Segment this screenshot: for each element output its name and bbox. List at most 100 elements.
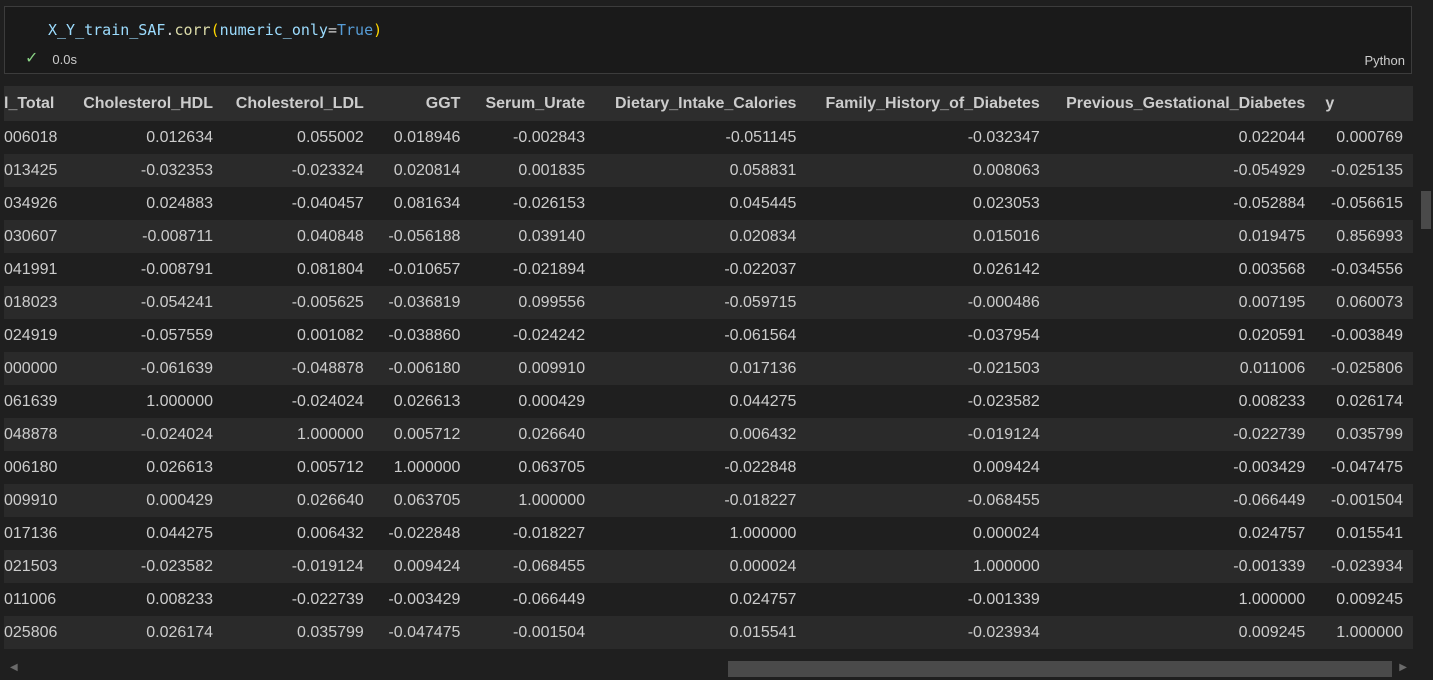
- table-cell: 0.011006: [1239, 359, 1306, 377]
- table-cell: 0.020814: [393, 161, 461, 179]
- code-line[interactable]: X_Y_train_SAF.corr(numeric_only=True): [48, 21, 382, 39]
- table-cell: 0.006432: [297, 524, 364, 542]
- table-cell: 041991: [4, 260, 58, 278]
- checkmark-icon: ✓: [25, 50, 39, 67]
- table-cell: 0.055002: [297, 128, 364, 146]
- table-cell: 0.001835: [518, 161, 586, 179]
- table-cell: -0.047475: [1330, 458, 1403, 476]
- table-cell: 018023: [4, 293, 58, 311]
- horizontal-scrollbar-thumb[interactable]: [728, 661, 1392, 677]
- table-cell: 0.000429: [146, 491, 213, 509]
- table-cell: -0.006180: [388, 359, 461, 377]
- table-cell: 0.026174: [146, 623, 213, 641]
- table-cell: 1.000000: [146, 392, 213, 410]
- column-header: Family_History_of_Diabetes: [825, 94, 1040, 112]
- scroll-right-icon[interactable]: ▶: [1399, 662, 1407, 673]
- table-cell: 0.024757: [1238, 524, 1306, 542]
- table-cell: -0.022848: [724, 458, 797, 476]
- code-cell[interactable]: X_Y_train_SAF.corr(numeric_only=True) ✓ …: [4, 6, 1412, 74]
- table-cell: 0.035799: [1336, 425, 1403, 443]
- table-cell: -0.023582: [140, 557, 213, 575]
- execution-time: 0.0s: [52, 51, 77, 67]
- table-cell: -0.061639: [140, 359, 213, 377]
- table-cell: 0.003568: [1238, 260, 1306, 278]
- column-header: l_Total: [4, 94, 55, 112]
- table-row: 034926 0.024883 -0.040457 0.081634 -0.026153…: [4, 187, 1413, 220]
- table-cell: 0.026640: [518, 425, 586, 443]
- table-cell: 0.044275: [729, 392, 797, 410]
- code-value: True: [337, 21, 374, 39]
- table-cell: -0.022848: [388, 524, 461, 542]
- table-row: 017136 0.044275 0.006432 -0.022848 -0.018227…: [4, 517, 1413, 550]
- table-cell: 0.026174: [1336, 392, 1403, 410]
- table-cell: -0.001339: [967, 590, 1040, 608]
- table-cell: 017136: [4, 524, 58, 542]
- table-cell: 0.026142: [973, 260, 1040, 278]
- column-header: Dietary_Intake_Calories: [614, 94, 797, 112]
- table-cell: -0.018227: [513, 524, 586, 542]
- table-cell: 0.026613: [393, 392, 461, 410]
- table-cell: 0.040848: [297, 227, 364, 245]
- column-header: Previous_Gestational_Diabetes: [1066, 94, 1306, 112]
- table-cell: 025806: [4, 623, 58, 641]
- correlation-table: l_Total Cholesterol_HDL Cholesterol_LDL GGT…: [4, 86, 1413, 649]
- table-cell: -0.051145: [725, 128, 797, 146]
- table-cell: -0.001339: [1233, 557, 1306, 575]
- table-cell: 0.000024: [973, 524, 1040, 542]
- table-row: 021503 -0.023582 -0.019124 0.009424 -0.06845…: [4, 550, 1413, 583]
- table-cell: 0.020834: [729, 227, 797, 245]
- table-cell: 0.035799: [297, 623, 364, 641]
- table-row: 024919 -0.057559 0.001082 -0.038860 -0.02424…: [4, 319, 1413, 352]
- table-cell: -0.025806: [1330, 359, 1403, 377]
- table-cell: -0.019124: [967, 425, 1040, 443]
- table-cell: -0.025135: [1330, 161, 1403, 179]
- table-cell: -0.066449: [1233, 491, 1306, 509]
- table-row: 061639 1.000000 -0.024024 0.026613 0.000429 0…: [4, 385, 1413, 418]
- table-cell: 0.008233: [1238, 392, 1306, 410]
- table-cell: -0.026153: [513, 194, 586, 212]
- language-label[interactable]: Python: [1365, 53, 1405, 68]
- table-cell: -0.056188: [388, 227, 461, 245]
- table-cell: -0.056615: [1330, 194, 1403, 212]
- scroll-left-icon[interactable]: ◀: [10, 662, 18, 673]
- table-row: 025806 0.026174 0.035799 -0.047475 -0.001504…: [4, 616, 1413, 649]
- table-cell: -0.066449: [513, 590, 586, 608]
- table-cell: -0.032353: [140, 161, 213, 179]
- horizontal-scrollbar[interactable]: ◀ ▶: [4, 659, 1413, 679]
- table-body: 006018 0.012634 0.055002 0.018946 -0.002843 -…: [4, 121, 1413, 649]
- table-row: 048878 -0.024024 1.000000 0.005712 0.026640 0…: [4, 418, 1413, 451]
- table-cell: -0.032347: [967, 128, 1040, 146]
- table-cell: 0.058831: [729, 161, 797, 179]
- table-cell: -0.052884: [1233, 194, 1306, 212]
- table-cell: 006180: [4, 458, 58, 476]
- table-cell: -0.023582: [967, 392, 1040, 410]
- table-cell: -0.001504: [513, 623, 586, 641]
- table-cell: 034926: [4, 194, 58, 212]
- table-cell: 0.023053: [973, 194, 1040, 212]
- table-cell: 0.039140: [518, 227, 586, 245]
- table-cell: 0.022044: [1238, 128, 1306, 146]
- table-cell: 0.009424: [973, 458, 1040, 476]
- table-cell: 061639: [4, 392, 58, 410]
- code-close-paren: ): [373, 21, 383, 39]
- table-cell: -0.048878: [291, 359, 364, 377]
- table-cell: 024919: [4, 326, 58, 344]
- cell-output[interactable]: l_Total Cholesterol_HDL Cholesterol_LDL GGT…: [4, 86, 1413, 650]
- table-cell: -0.022037: [724, 260, 797, 278]
- table-cell: -0.034556: [1330, 260, 1403, 278]
- table-cell: 1.000000: [1238, 590, 1306, 608]
- table-cell: -0.024024: [291, 392, 364, 410]
- table-cell: 0.081804: [297, 260, 364, 278]
- code-variable: X_Y_train_SAF: [48, 21, 166, 39]
- table-cell: 1.000000: [729, 524, 797, 542]
- vertical-scrollbar-thumb[interactable]: [1421, 191, 1431, 229]
- table-cell: -0.024024: [140, 425, 213, 443]
- table-cell: 0.008233: [146, 590, 213, 608]
- table-cell: 0.000429: [518, 392, 586, 410]
- table-cell: 1.000000: [518, 491, 586, 509]
- table-cell: 0.006432: [729, 425, 797, 443]
- column-header: y: [1325, 94, 1335, 112]
- table-cell: 0.060073: [1336, 293, 1403, 311]
- table-cell: -0.002843: [513, 128, 586, 146]
- table-cell: 0.007195: [1238, 293, 1306, 311]
